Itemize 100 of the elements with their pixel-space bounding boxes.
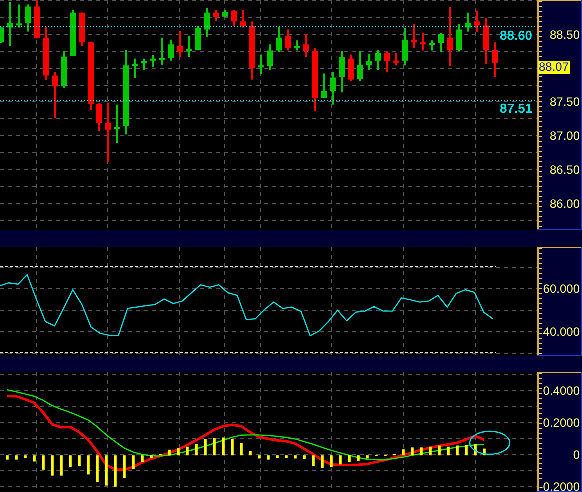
candlestick — [420, 33, 426, 51]
candlestick — [204, 8, 210, 38]
candlestick — [430, 40, 436, 51]
candlestick — [340, 51, 346, 93]
histogram-bar — [456, 446, 459, 456]
histogram-bar — [411, 448, 414, 456]
candlestick — [240, 10, 246, 28]
candlestick — [80, 12, 86, 46]
histogram-bar — [339, 456, 342, 465]
histogram-bar — [312, 456, 315, 466]
histogram-bar — [96, 456, 99, 482]
candlestick — [304, 34, 310, 58]
candlestick — [186, 36, 192, 58]
candlestick — [412, 24, 418, 48]
candlestick — [384, 52, 390, 72]
candlestick — [34, 0, 40, 39]
candlestick — [214, 10, 220, 21]
candlestick — [222, 10, 228, 17]
candlestick — [44, 27, 50, 80]
candlestick — [268, 44, 274, 70]
axis-label: 87.50 — [550, 95, 580, 110]
histogram-bar — [285, 456, 288, 458]
candlestick — [150, 55, 156, 67]
histogram-bar — [267, 456, 270, 460]
axis-label: -0.2000 — [539, 480, 580, 491]
histogram-bar — [474, 444, 477, 456]
histogram-bar — [366, 456, 369, 459]
histogram-bar — [294, 456, 297, 459]
histogram-bar — [6, 456, 9, 460]
candlestick — [286, 30, 292, 51]
price-label: 87.51 — [500, 101, 533, 116]
histogram-bar — [105, 456, 108, 486]
axis-label: 0.4000 — [543, 384, 580, 398]
axis-label: 86.50 — [550, 163, 580, 178]
candlestick — [62, 51, 68, 88]
histogram-bar — [222, 438, 225, 456]
axis-label: 0.2000 — [543, 416, 580, 430]
axis-label: 60.000 — [543, 282, 580, 296]
histogram-bar — [177, 448, 180, 456]
histogram-bar — [78, 456, 81, 466]
candlestick — [402, 28, 408, 66]
candlestick — [26, 4, 32, 32]
candlestick — [178, 31, 184, 58]
candlestick — [16, 4, 22, 28]
candlestick — [276, 27, 282, 52]
candlestick — [8, 2, 14, 46]
candlestick — [322, 74, 328, 98]
histogram-bar — [114, 456, 117, 487]
candlestick — [96, 104, 102, 132]
histogram-bar — [303, 456, 306, 460]
highlight-ellipse-drawing — [469, 430, 511, 456]
histogram-bar — [204, 440, 207, 456]
histogram-bar — [357, 456, 360, 461]
histogram-bar — [33, 456, 36, 462]
axis-label: 0 — [573, 448, 580, 462]
candlestick — [258, 54, 264, 74]
price-tag: 88.07 — [538, 60, 570, 74]
histogram-bar — [123, 456, 126, 478]
histogram-bar — [330, 456, 333, 468]
histogram-bar — [141, 456, 144, 462]
candlestick — [484, 18, 490, 64]
candlestick — [312, 48, 318, 112]
histogram-bar — [51, 456, 54, 476]
candlestick — [88, 42, 94, 110]
histogram-bar — [321, 456, 324, 468]
histogram-bar — [60, 456, 63, 476]
price-label: 88.60 — [500, 28, 533, 43]
candlestick — [114, 104, 120, 144]
axis-label: 40.000 — [543, 325, 580, 340]
histogram-bar — [258, 456, 261, 459]
histogram-bar — [69, 456, 72, 468]
candlestick — [330, 72, 336, 105]
candlestick — [106, 102, 112, 162]
histogram-bar — [15, 456, 18, 460]
histogram-bar — [483, 448, 486, 456]
candlestick — [294, 40, 300, 51]
histogram-bar — [465, 445, 468, 456]
axis-label: 88.50 — [550, 28, 580, 42]
histogram-bar — [213, 438, 216, 456]
candlestick — [474, 10, 480, 32]
histogram-bar — [24, 456, 27, 458]
candlestick — [348, 54, 354, 82]
axis-label: 86.00 — [550, 196, 580, 211]
histogram-bar — [150, 456, 153, 458]
histogram-bar — [132, 456, 135, 470]
candlestick — [0, 27, 4, 44]
histogram-bar — [231, 440, 234, 456]
histogram-bar — [87, 456, 90, 475]
candlestick — [52, 72, 58, 118]
candlestick — [70, 10, 76, 56]
candlestick — [160, 38, 166, 65]
candlestick — [456, 24, 462, 52]
candlestick — [366, 54, 372, 70]
histogram-bar — [186, 446, 189, 456]
histogram-bar — [276, 456, 279, 458]
histogram-bar — [168, 450, 171, 456]
histogram-bar — [195, 444, 198, 456]
candlestick — [448, 7, 454, 66]
candlestick — [466, 12, 472, 32]
candlestick — [142, 58, 148, 70]
